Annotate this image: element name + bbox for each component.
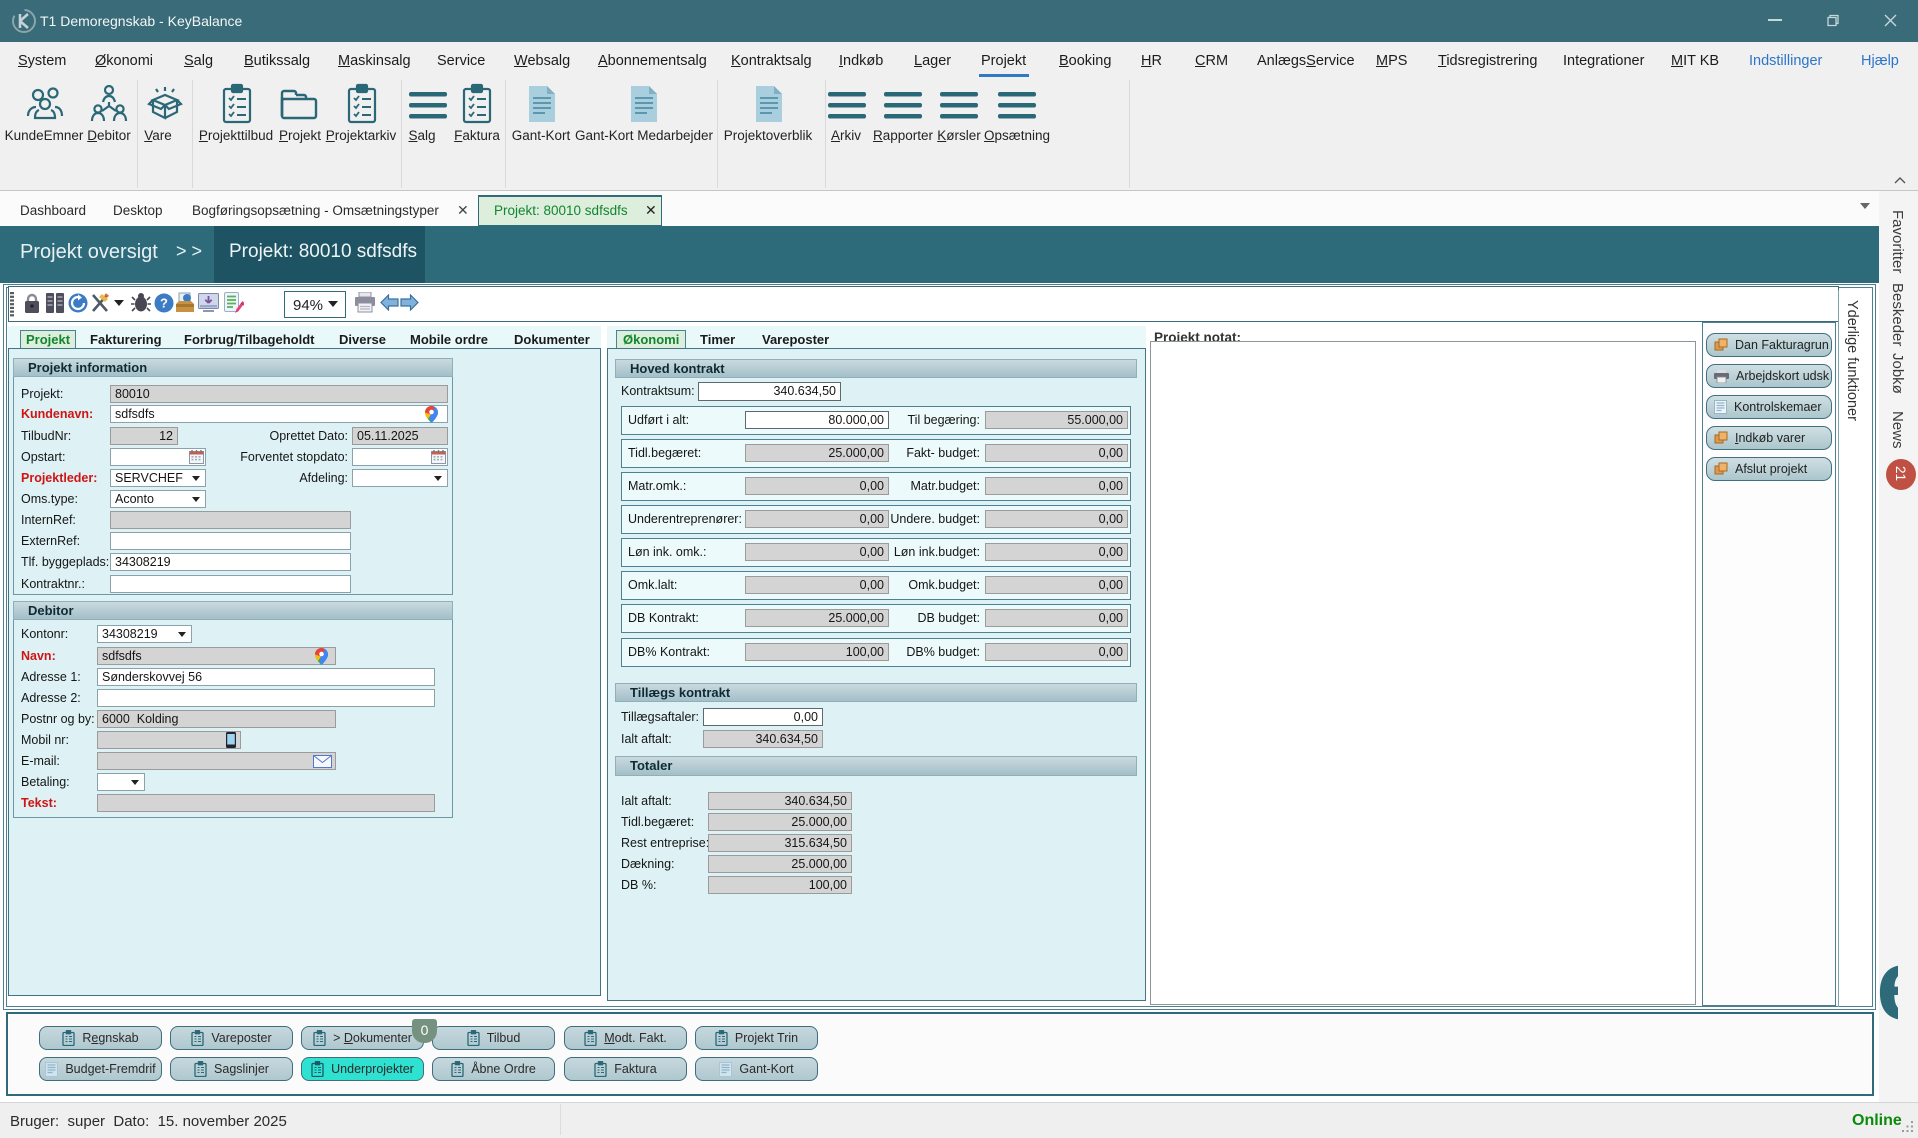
svg-text:?: ? — [160, 296, 168, 311]
